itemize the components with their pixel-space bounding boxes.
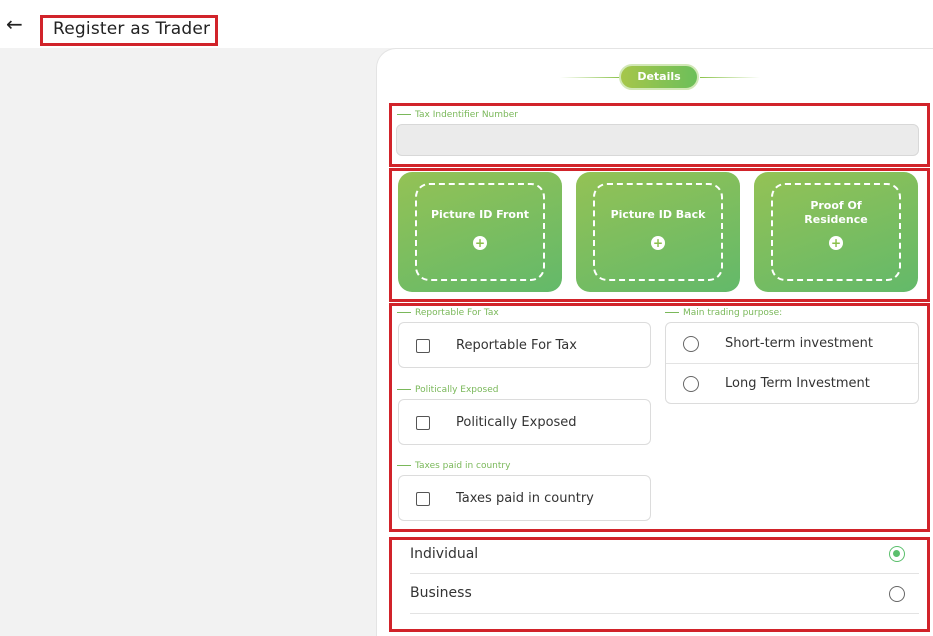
long-term-label[interactable]: Long Term Investment	[725, 376, 870, 391]
tax-id-legend: Tax Indentifier Number	[397, 110, 518, 120]
taxes-paid-checkbox[interactable]	[416, 492, 430, 506]
type-divider	[410, 573, 919, 574]
reportable-tax-checkbox[interactable]	[416, 339, 430, 353]
short-term-label[interactable]: Short-term investment	[725, 336, 873, 351]
taxes-paid-label: Taxes paid in country	[456, 491, 594, 506]
dashed-frame	[415, 183, 545, 281]
dashed-frame	[593, 183, 723, 281]
option-divider	[666, 363, 918, 364]
individual-radio[interactable]	[889, 546, 905, 562]
upload-picture-id-front[interactable]: Picture ID Front +	[398, 172, 562, 292]
radio-selected-dot	[893, 550, 900, 557]
step-line-right	[700, 77, 760, 78]
reportable-tax-legend: Reportable For Tax	[397, 308, 499, 318]
taxes-paid-legend: Taxes paid in country	[397, 461, 510, 471]
politically-exposed-legend: Politically Exposed	[397, 385, 498, 395]
individual-label[interactable]: Individual	[410, 546, 478, 562]
step-details-pill: Details	[619, 64, 699, 90]
taxes-paid-option[interactable]: Taxes paid in country	[398, 475, 651, 521]
plus-circle-icon[interactable]: +	[473, 236, 487, 250]
trading-purpose-legend: Main trading purpose:	[665, 308, 782, 318]
arrow-left-icon[interactable]: ←	[6, 14, 23, 34]
upload-proof-of-residence[interactable]: Proof Of Residence +	[754, 172, 918, 292]
dashed-frame	[771, 183, 901, 281]
step-line-left	[560, 77, 620, 78]
page-title: Register as Trader	[53, 19, 211, 39]
upload-label: Proof Of Residence	[804, 199, 868, 226]
business-label[interactable]: Business	[410, 585, 472, 601]
page: ← Register as Trader Details Tax Indenti…	[0, 0, 933, 636]
trading-purpose-group: Short-term investment Long Term Investme…	[665, 322, 919, 404]
politically-exposed-checkbox[interactable]	[416, 416, 430, 430]
reportable-tax-option[interactable]: Reportable For Tax	[398, 322, 651, 368]
politically-exposed-option[interactable]: Politically Exposed	[398, 399, 651, 445]
long-term-radio[interactable]	[683, 376, 699, 392]
upload-picture-id-back[interactable]: Picture ID Back +	[576, 172, 740, 292]
top-bar: ← Register as Trader	[0, 0, 933, 48]
politically-exposed-label: Politically Exposed	[456, 415, 577, 430]
upload-label: Picture ID Back	[610, 208, 706, 221]
reportable-tax-label: Reportable For Tax	[456, 338, 577, 353]
business-radio[interactable]	[889, 586, 905, 602]
upload-label: Picture ID Front	[430, 208, 530, 221]
title-highlight: Register as Trader	[40, 15, 218, 46]
plus-circle-icon[interactable]: +	[651, 236, 665, 250]
tax-id-input[interactable]	[396, 124, 919, 156]
short-term-radio[interactable]	[683, 336, 699, 352]
plus-circle-icon[interactable]: +	[829, 236, 843, 250]
type-divider	[410, 613, 919, 614]
